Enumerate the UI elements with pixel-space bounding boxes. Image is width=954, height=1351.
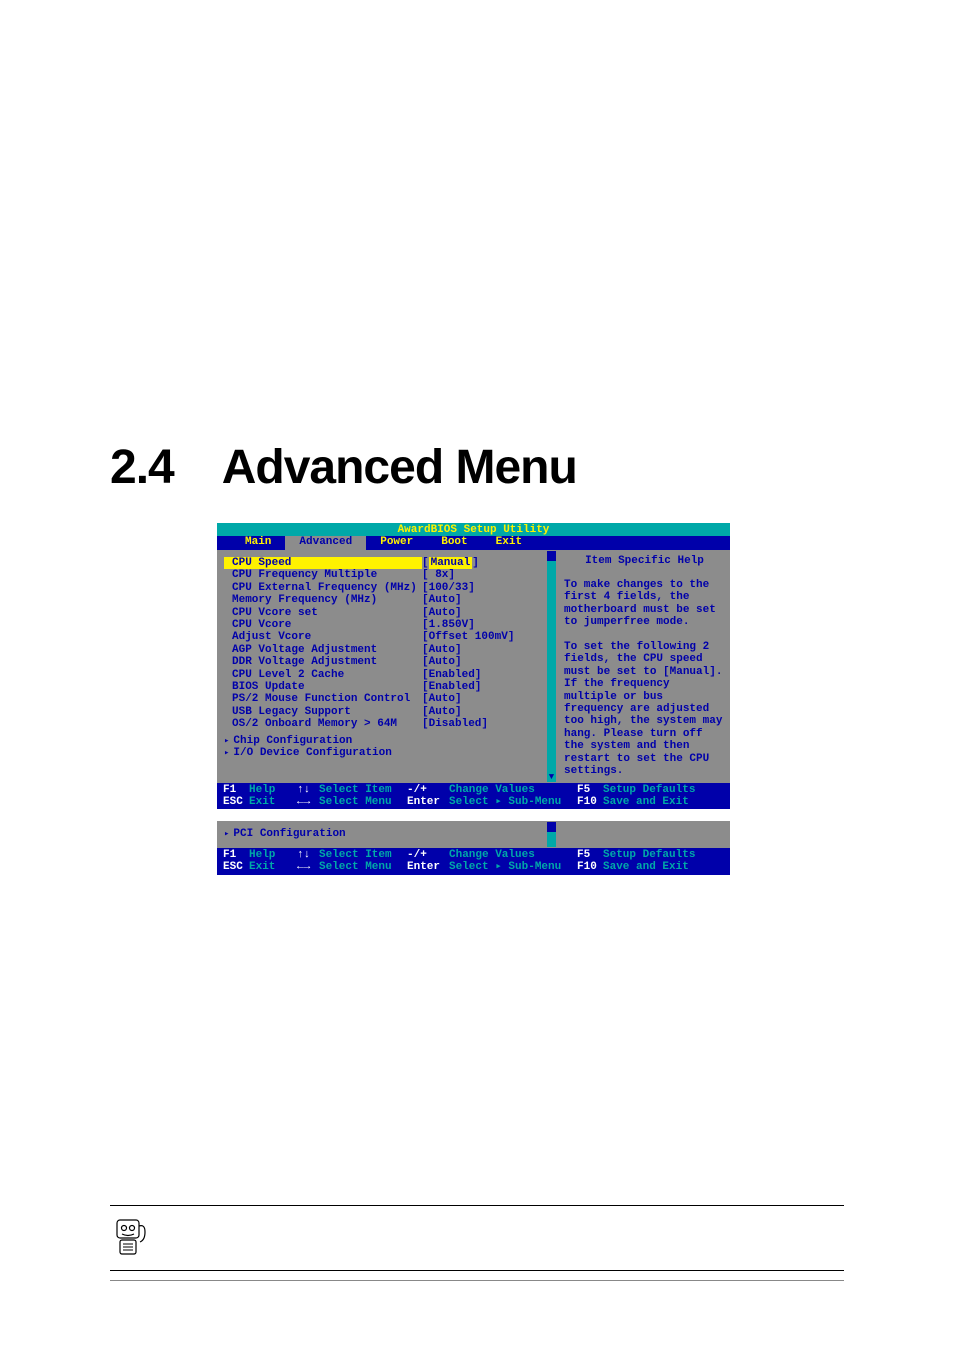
label-select-submenu: Select ▸ Sub-Menu <box>449 796 577 808</box>
triangle-right-icon: ▸ <box>224 736 229 746</box>
key-esc: ESC <box>223 796 249 808</box>
bios-settings-pane-2: ▸PCI Configuration <box>218 822 547 846</box>
help-title: Item Specific Help <box>564 555 725 567</box>
menu-power[interactable]: Power <box>366 536 427 550</box>
label-help: Help <box>249 784 297 796</box>
help-text: To make changes to the first 4 fields, t… <box>564 579 725 778</box>
label-setup-defaults: Setup Defaults <box>603 784 695 796</box>
row-ddr-voltage[interactable]: DDR Voltage Adjustment[Auto] <box>224 656 541 668</box>
label-exit: Exit <box>249 796 297 808</box>
key-f10: F10 <box>577 796 603 808</box>
section-title: Advanced Menu <box>222 440 577 495</box>
row-adjust-vcore[interactable]: Adjust Vcore[Offset 100mV] <box>224 631 541 643</box>
row-cpu-freq-multiple[interactable]: CPU Frequency Multiple[ 8x] <box>224 569 541 581</box>
bios-title: AwardBIOS Setup Utility <box>217 523 730 536</box>
section-heading: 2.4 Advanced Menu <box>110 440 844 495</box>
scrollbar-thumb[interactable] <box>547 822 556 832</box>
key-minus-plus: -/+ <box>407 784 449 796</box>
bios-scrollbar-2[interactable] <box>547 822 556 846</box>
triangle-right-icon: ▸ <box>224 829 229 839</box>
bios-scrollbar[interactable]: ▼ <box>547 551 556 782</box>
bios-settings-pane: CPU Speed [Manual] CPU Frequency Multipl… <box>218 551 547 782</box>
key-f5: F5 <box>577 784 603 796</box>
key-enter: Enter <box>407 796 449 808</box>
submenu-io-device-config[interactable]: ▸I/O Device Configuration <box>224 747 541 759</box>
row-cpu-speed[interactable]: CPU Speed [Manual] <box>224 557 541 569</box>
bios-help-pane-2 <box>556 822 729 846</box>
menu-boot[interactable]: Boot <box>427 536 481 550</box>
label-select-menu: Select Menu <box>319 796 407 808</box>
submenu-chip-config[interactable]: ▸Chip Configuration <box>224 735 541 747</box>
scrollbar-thumb[interactable] <box>547 551 556 561</box>
row-agp-voltage[interactable]: AGP Voltage Adjustment[Auto] <box>224 644 541 656</box>
bios-screenshot-fragment: ▸PCI Configuration F1 Help ↑↓ Select Ite… <box>217 821 730 874</box>
row-cpu-vcore-set[interactable]: CPU Vcore set[Auto] <box>224 607 541 619</box>
section-number: 2.4 <box>110 440 174 495</box>
row-usb-legacy[interactable]: USB Legacy Support[Auto] <box>224 706 541 718</box>
menu-advanced[interactable]: Advanced <box>285 536 366 550</box>
menu-main[interactable]: Main <box>231 536 285 550</box>
triangle-right-icon: ▸ <box>224 748 229 758</box>
row-bios-update[interactable]: BIOS Update[Enabled] <box>224 681 541 693</box>
row-ps2-mouse[interactable]: PS/2 Mouse Function Control[Auto] <box>224 693 541 705</box>
key-f1: F1 <box>223 784 249 796</box>
robot-note-icon <box>110 1214 150 1262</box>
bios-footer-keys-2: F1 Help ↑↓ Select Item -/+ Change Values… <box>217 848 730 875</box>
key-leftright: ←→ <box>297 796 319 808</box>
row-cpu-l2-cache[interactable]: CPU Level 2 Cache[Enabled] <box>224 669 541 681</box>
row-memory-freq[interactable]: Memory Frequency (MHz)[Auto] <box>224 594 541 606</box>
scroll-down-icon[interactable]: ▼ <box>549 772 554 782</box>
bios-screenshot-advanced: AwardBIOS Setup Utility Main Advanced Po… <box>217 523 730 809</box>
row-os2-memory[interactable]: OS/2 Onboard Memory > 64M[Disabled] <box>224 718 541 730</box>
page-footer-divider <box>110 1280 844 1281</box>
bios-menubar: Main Advanced Power Boot Exit <box>217 536 730 550</box>
submenu-pci-config[interactable]: ▸PCI Configuration <box>224 828 541 840</box>
label-select-item: Select Item <box>319 784 407 796</box>
note-callout <box>110 1205 844 1271</box>
row-cpu-vcore[interactable]: CPU Vcore[1.850V] <box>224 619 541 631</box>
key-updown: ↑↓ <box>297 784 319 796</box>
bios-help-pane: Item Specific Help To make changes to th… <box>556 551 729 782</box>
row-cpu-ext-freq[interactable]: CPU External Frequency (MHz)[100/33] <box>224 582 541 594</box>
menu-exit[interactable]: Exit <box>482 536 536 550</box>
bios-footer-keys: F1 Help ↑↓ Select Item -/+ Change Values… <box>217 783 730 810</box>
label-change-values: Change Values <box>449 784 577 796</box>
label-save-exit: Save and Exit <box>603 796 689 808</box>
